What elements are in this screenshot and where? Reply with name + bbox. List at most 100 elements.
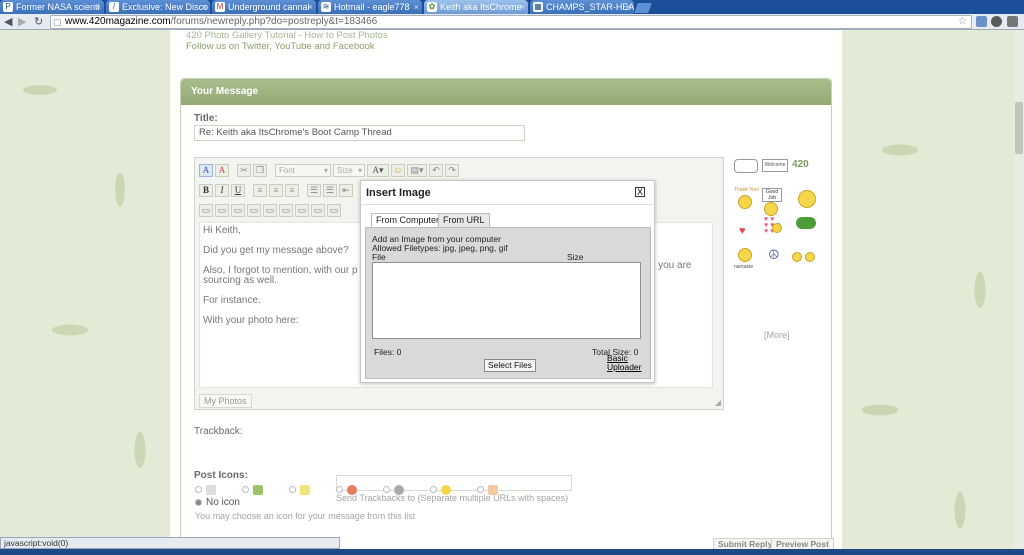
bold-button[interactable]: B <box>199 183 213 197</box>
html-icon[interactable]: ▭ <box>311 203 325 217</box>
smiley-icon[interactable] <box>738 195 752 209</box>
remove-format-icon[interactable]: A <box>215 163 229 177</box>
smiley-icon[interactable] <box>764 202 778 216</box>
speech-bubble-icon[interactable] <box>734 159 758 173</box>
no-icon-radio[interactable] <box>195 499 202 506</box>
post-icon-radio[interactable] <box>242 486 249 493</box>
close-tab-icon[interactable]: × <box>626 0 631 14</box>
file-column-header: File <box>372 252 386 262</box>
close-tab-icon[interactable]: × <box>308 0 313 14</box>
quote-icon[interactable]: ▭ <box>279 203 293 217</box>
attach-icon[interactable]: ▤▾ <box>407 163 427 177</box>
page-scrollbar[interactable] <box>1014 30 1024 555</box>
smile-icon <box>441 485 451 495</box>
smilie-icon[interactable]: ☺ <box>391 163 405 177</box>
browser-tab[interactable]: ▦ CHAMPS_STAR-HEA × <box>530 0 634 14</box>
browser-tab[interactable]: M Underground cannal × <box>212 0 316 14</box>
size-select[interactable]: Size ▾ <box>333 163 365 177</box>
image-icon[interactable]: ▭ <box>247 203 261 217</box>
post-icon-radio[interactable] <box>336 486 343 493</box>
peace-sign-icon[interactable]: ☮ <box>768 247 780 263</box>
browser-tab[interactable]: P Former NASA scienti × <box>0 0 104 14</box>
no-icon-label: No icon <box>206 497 240 508</box>
gallery-tutorial-link[interactable]: 420 Photo Gallery Tutorial - How to Post… <box>186 30 388 41</box>
youtube-facebook-link[interactable]: YouTube and Facebook <box>274 41 374 52</box>
resize-handle-icon[interactable]: ◢ <box>715 398 721 407</box>
unordered-list-icon[interactable]: ☰ <box>323 183 337 197</box>
post-icon-radio[interactable] <box>383 486 390 493</box>
smiley-icon[interactable] <box>792 252 802 262</box>
select-files-button[interactable]: Select Files <box>484 359 536 372</box>
smiley-icon[interactable] <box>805 252 815 262</box>
close-tab-icon[interactable]: × <box>520 0 525 14</box>
video-icon[interactable]: ▭ <box>263 203 277 217</box>
smiley-icon[interactable] <box>738 248 752 262</box>
welcome-sign-icon[interactable]: Welcome <box>762 159 788 172</box>
post-icons-hint: You may choose an icon for your message … <box>195 511 416 521</box>
close-icon[interactable]: X <box>635 187 645 197</box>
tab-label: Keith aka ItsChrome <box>440 2 522 12</box>
my-photos-tab[interactable]: My Photos <box>199 394 252 408</box>
file-list[interactable] <box>372 262 641 339</box>
post-icon-radio[interactable] <box>430 486 437 493</box>
forward-arrow-icon[interactable]: ▶ <box>18 15 26 28</box>
undo-icon[interactable]: ↶ <box>429 163 443 177</box>
cool-smiley-icon[interactable] <box>798 190 816 208</box>
copy-icon[interactable]: ❐ <box>253 163 267 177</box>
php-icon[interactable]: ▭ <box>327 203 341 217</box>
underline-button[interactable]: U <box>231 183 245 197</box>
close-tab-icon[interactable]: × <box>414 0 419 14</box>
address-bar[interactable]: ▢ www.420magazine.com/forums/newreply.ph… <box>50 15 972 29</box>
editor-toolbar-row-2: B I U ≡ ≡ ≡ ☰ ☰ ⇤ <box>199 182 353 198</box>
back-arrow-icon[interactable]: ◀ <box>4 15 12 28</box>
chat-icon[interactable] <box>991 16 1002 27</box>
font-select[interactable]: Font ▾ <box>275 163 331 177</box>
title-label: Title: <box>194 113 218 124</box>
smiley-icon[interactable] <box>772 223 782 233</box>
link-icon[interactable]: ▭ <box>199 203 213 217</box>
align-right-icon[interactable]: ≡ <box>285 183 299 197</box>
browser-tab-strip: P Former NASA scienti × / Exclusive: New Di… <box>0 0 1024 14</box>
post-icon-radio[interactable] <box>477 486 484 493</box>
brand-420-icon[interactable]: 420 <box>792 159 809 170</box>
browser-tab[interactable]: ≋ Hotmail - eagle778 × <box>318 0 422 14</box>
tab-favicon-icon: / <box>109 2 119 12</box>
align-center-icon[interactable]: ≡ <box>269 183 283 197</box>
redo-icon[interactable]: ↷ <box>445 163 459 177</box>
align-left-icon[interactable]: ≡ <box>253 183 267 197</box>
tab-from-computer[interactable]: From Computer <box>371 213 445 227</box>
text-color-icon[interactable]: A▾ <box>367 163 389 177</box>
close-tab-icon[interactable]: × <box>202 0 207 14</box>
email-icon[interactable]: ▭ <box>231 203 245 217</box>
reload-icon[interactable]: ↻ <box>34 15 43 28</box>
good-job-sign-icon[interactable]: Good Job <box>762 188 782 202</box>
bookmark-star-icon[interactable]: ☆ <box>958 16 967 28</box>
close-tab-icon[interactable]: × <box>96 0 101 14</box>
post-icon-radio[interactable] <box>289 486 296 493</box>
unlink-icon[interactable]: ▭ <box>215 203 229 217</box>
cut-icon[interactable]: ✂ <box>237 163 251 177</box>
tab-label: CHAMPS_STAR-HEA <box>546 2 634 12</box>
browser-tab[interactable]: / Exclusive: New Disco × <box>106 0 210 14</box>
green-smiley-icon[interactable] <box>796 217 816 229</box>
page-icon: ▢ <box>53 17 62 27</box>
scrollbar-thumb[interactable] <box>1015 102 1023 154</box>
browser-tab-active[interactable]: ✿ Keith aka ItsChrome × <box>424 0 528 14</box>
twitter-link[interactable]: Twitter <box>242 41 269 52</box>
basic-uploader-link[interactable]: Basic Uploader <box>607 354 642 372</box>
italic-button[interactable]: I <box>215 183 229 197</box>
new-tab-button[interactable] <box>634 3 652 13</box>
ordered-list-icon[interactable]: ☰ <box>307 183 321 197</box>
tab-from-url[interactable]: From URL <box>438 213 490 227</box>
more-smilies-link[interactable]: [More] <box>764 330 790 340</box>
trackback-input[interactable] <box>336 475 572 491</box>
extension-icon[interactable] <box>976 16 987 27</box>
title-input[interactable]: Re: Keith aka ItsChrome's Boot Camp Thre… <box>194 125 525 141</box>
switch-editor-mode-icon[interactable]: A <box>199 163 213 177</box>
code-icon[interactable]: ▭ <box>295 203 309 217</box>
outdent-icon[interactable]: ⇤ <box>339 183 353 197</box>
post-icon-radio[interactable] <box>195 486 202 493</box>
wrench-icon[interactable] <box>1007 16 1018 27</box>
thank-you-icon[interactable]: Thank You! <box>734 187 759 193</box>
heart-icon[interactable]: ♥ <box>739 225 746 237</box>
